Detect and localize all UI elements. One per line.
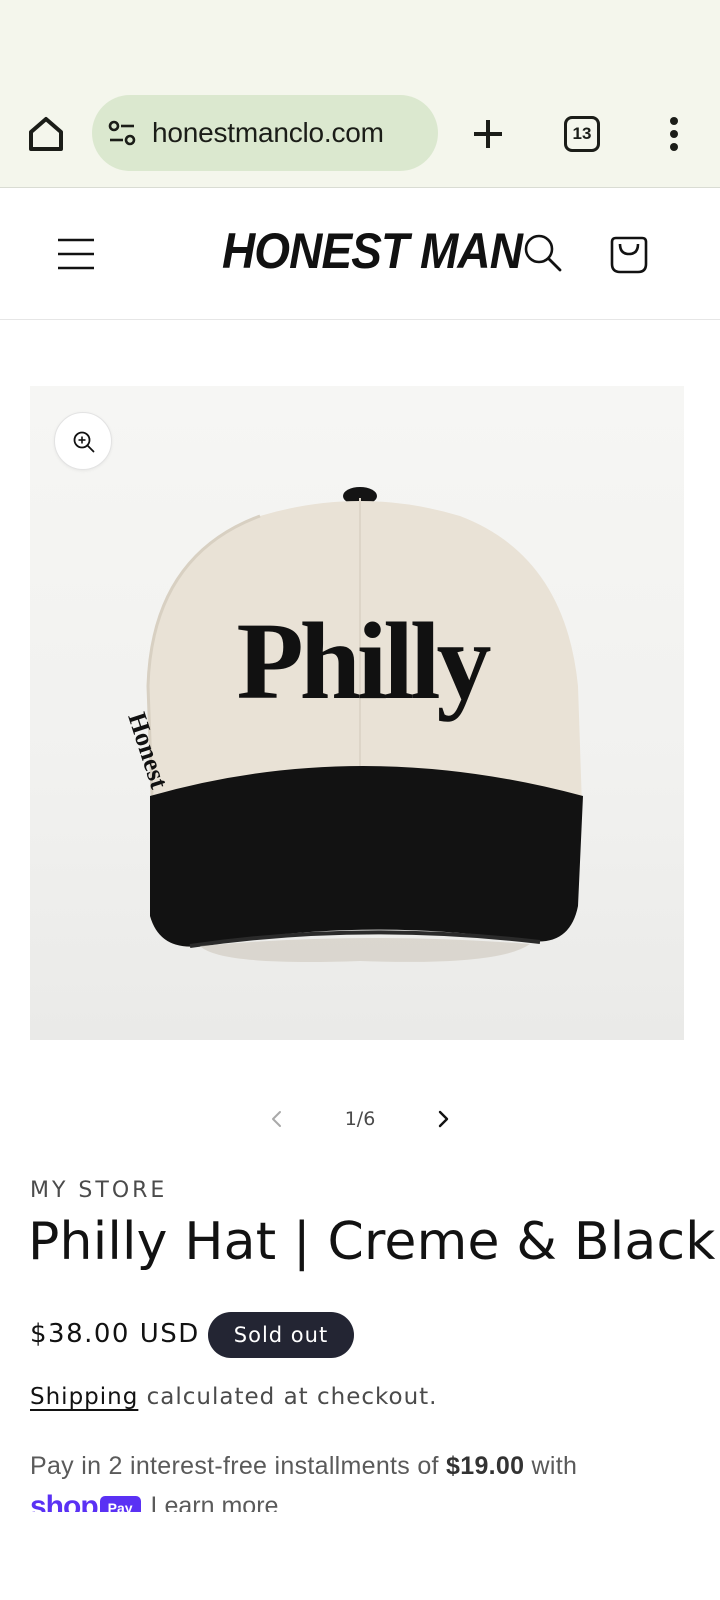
product-image[interactable]: Honest Man Philly [30,386,684,1040]
more-options-icon[interactable] [656,112,692,156]
store-logo[interactable]: HONEST MAN [222,222,523,280]
new-tab-icon[interactable] [466,112,510,156]
shop-pay-pill: Pay [99,1496,141,1512]
learn-more-link[interactable]: Learn more [151,1492,279,1512]
shipping-note: Shipping calculated at checkout. [30,1384,438,1410]
shop-pay-logo: shop [30,1490,99,1512]
chevron-left-icon[interactable] [262,1104,292,1134]
hat-front-text: Philly [236,600,490,722]
price-row: $38.00 USD Sold out [30,1310,690,1358]
installments-amount: $19.00 [446,1452,525,1480]
product-title: Philly Hat | Creme & Black [28,1212,716,1272]
shipping-link[interactable]: Shipping [30,1384,138,1410]
cart-icon[interactable] [604,226,654,276]
search-icon[interactable] [520,230,566,276]
store-header: HONEST MAN [0,188,720,320]
url-text: honestmanclo.com [152,117,384,148]
address-bar[interactable]: honestmanclo.com [92,95,438,171]
shop-pay-row: shop Pay Learn more [30,1490,690,1512]
hat-image: Honest Man Philly [122,487,583,962]
browser-toolbar: honestmanclo.com 13 [0,0,720,188]
shipping-text: calculated at checkout. [138,1384,438,1410]
installments-suffix: with [524,1452,578,1480]
zoom-button[interactable] [54,412,112,470]
slide-counter: 1/6 [344,1108,376,1130]
tab-switcher-button[interactable]: 13 [564,116,600,152]
site-settings-icon[interactable] [106,117,138,149]
zoom-icon [73,431,95,453]
media-slider-controls: 1/6 [0,1096,720,1142]
chevron-right-icon[interactable] [428,1104,458,1134]
product-price: $38.00 USD [30,1319,200,1349]
sold-out-badge: Sold out [208,1312,354,1358]
product-vendor: MY STORE [30,1178,168,1203]
installments-text: Pay in 2 interest-free installments of $… [30,1452,577,1481]
home-icon[interactable] [24,112,68,156]
installments-prefix: Pay in 2 interest-free installments of [30,1452,447,1480]
menu-icon[interactable] [52,232,100,276]
